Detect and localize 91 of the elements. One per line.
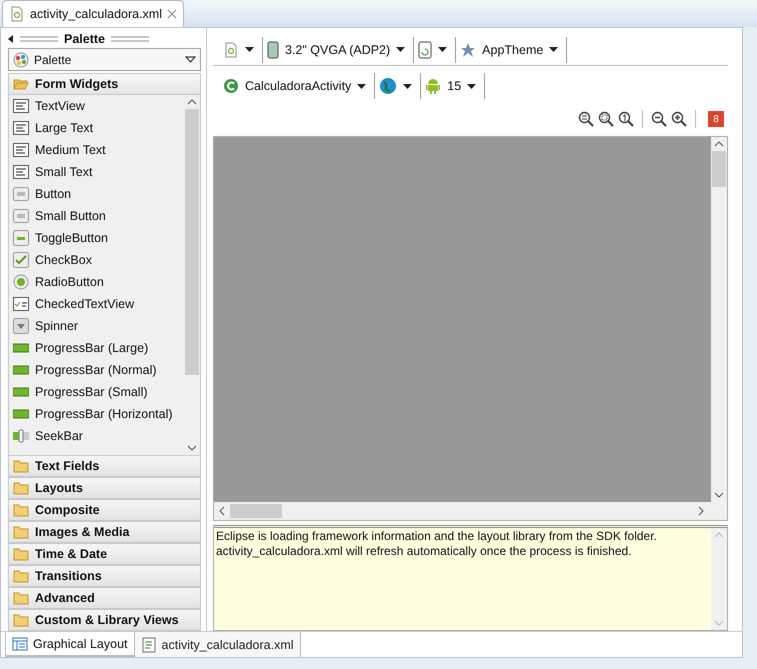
status-message: Eclipse is loading framework information and the layout library from the SDK folder. — [216, 529, 658, 544]
toolbar-dropdown[interactable]: AppTheme — [456, 36, 568, 62]
palette-item[interactable]: CheckBox — [9, 249, 184, 271]
file-icon — [9, 6, 25, 22]
drag-handle-icon[interactable] — [111, 35, 149, 43]
status-message: activity_calculadora.xml will refresh automatically once the process is finished. — [216, 544, 633, 559]
folder-icon — [13, 524, 29, 540]
palette-item[interactable]: CheckedTextView — [9, 293, 184, 315]
caret-icon — [549, 47, 558, 52]
file-icon — [223, 42, 239, 58]
palette-category[interactable]: Transitions — [8, 565, 201, 587]
folder-icon — [13, 502, 29, 518]
palette-category[interactable]: Time & Date — [8, 543, 201, 565]
android-icon — [425, 78, 442, 94]
tab-title: activity_calculadora.xml — [30, 7, 162, 21]
palette-category[interactable]: Layouts — [8, 477, 201, 499]
caret-icon — [467, 84, 476, 88]
palette-item[interactable]: SeekBar — [9, 425, 184, 447]
toolbar-dropdown[interactable]: CalculadoraActivity — [219, 73, 376, 99]
scroll-left-icon — [218, 506, 226, 516]
folder-icon — [13, 480, 29, 496]
seekbar-widget-icon — [13, 428, 29, 444]
toolbar-dropdown[interactable]: 3.2" QVGA (ADP2) — [263, 36, 414, 62]
palette-category[interactable]: Images & Media — [8, 521, 201, 543]
close-icon — [167, 9, 177, 19]
palette-item[interactable]: Button — [9, 183, 184, 205]
palette-item[interactable]: RadioButton — [9, 271, 184, 293]
palette-item[interactable]: ProgressBar (Normal) — [9, 359, 184, 381]
zoom-fit-icon — [578, 111, 594, 127]
zoom-out-icon — [651, 111, 667, 127]
radio-widget-icon — [13, 274, 29, 290]
zoom-actual-icon — [618, 111, 634, 127]
caret-icon — [357, 84, 366, 88]
layout-icon — [12, 636, 28, 652]
caret-icon — [438, 47, 448, 52]
editor-page-tab[interactable]: Graphical Layout — [5, 632, 135, 657]
folder-icon — [13, 458, 29, 474]
phone-icon — [267, 40, 279, 58]
button-widget-icon — [13, 186, 29, 202]
scrollbar-thumb[interactable] — [230, 504, 282, 518]
folder-icon — [13, 568, 29, 584]
caret-icon — [403, 84, 412, 88]
scrollbar-thumb[interactable] — [185, 109, 199, 375]
palette-icon — [13, 52, 29, 68]
rotate-icon — [418, 40, 432, 58]
palette-item[interactable]: ProgressBar (Small) — [9, 381, 184, 403]
palette-item[interactable]: Small Button — [9, 205, 184, 227]
palette-category[interactable]: Advanced — [8, 587, 201, 609]
caret-icon — [396, 47, 406, 52]
checkbox-widget-icon — [13, 252, 29, 268]
class-icon — [223, 78, 239, 94]
editor-tab[interactable]: activity_calculadora.xml — [2, 0, 184, 27]
palette-category[interactable]: Form Widgets — [8, 73, 201, 95]
folder-icon — [13, 546, 29, 562]
palette-category[interactable]: Text Fields — [8, 455, 201, 477]
palette-item[interactable]: ProgressBar (Horizontal) — [9, 403, 184, 425]
palette-item[interactable]: Spinner — [9, 315, 184, 337]
scroll-right-icon — [697, 506, 705, 516]
folder-icon — [13, 612, 29, 628]
palette-item[interactable]: Large Text — [9, 117, 184, 139]
toggle-widget-icon — [13, 230, 29, 246]
palette-item[interactable]: ToggleButton — [9, 227, 184, 249]
toolbar-dropdown[interactable]: 15 — [421, 73, 486, 99]
collapse-arrow-icon — [8, 35, 14, 43]
drag-handle-icon[interactable] — [20, 35, 58, 43]
palette-item[interactable]: Medium Text — [9, 139, 184, 161]
star-icon — [460, 42, 476, 58]
spinner-widget-icon — [13, 318, 29, 334]
caret-icon — [245, 47, 254, 52]
palette-item[interactable]: ProgressBar (Large) — [9, 337, 184, 359]
zoom-in-icon — [671, 111, 687, 127]
editor-page-tab[interactable]: activity_calculadora.xml — [134, 632, 301, 657]
text-widget-icon — [13, 142, 29, 158]
button-widget-icon — [13, 208, 29, 224]
folder-icon — [13, 590, 29, 606]
text-widget-icon — [13, 164, 29, 180]
zoom-real-size-icon — [598, 111, 614, 127]
error-count-badge[interactable]: 8 — [708, 111, 724, 127]
palette-category[interactable]: Composite — [8, 499, 201, 521]
scrollbar-thumb[interactable] — [712, 151, 726, 187]
palette-item[interactable]: TextView — [9, 95, 184, 117]
text-widget-icon — [13, 120, 29, 136]
palette-item[interactable]: Small Text — [9, 161, 184, 183]
globe-icon — [379, 77, 398, 95]
palette-selector[interactable]: Palette — [8, 48, 201, 71]
document-icon — [140, 636, 157, 652]
text-widget-icon — [13, 98, 29, 114]
palette-category[interactable]: Custom & Library Views — [8, 609, 201, 631]
palette-title: Palette — [64, 32, 105, 46]
dropdown-arrow-icon — [185, 56, 196, 63]
checked-text-widget-icon — [13, 296, 29, 312]
